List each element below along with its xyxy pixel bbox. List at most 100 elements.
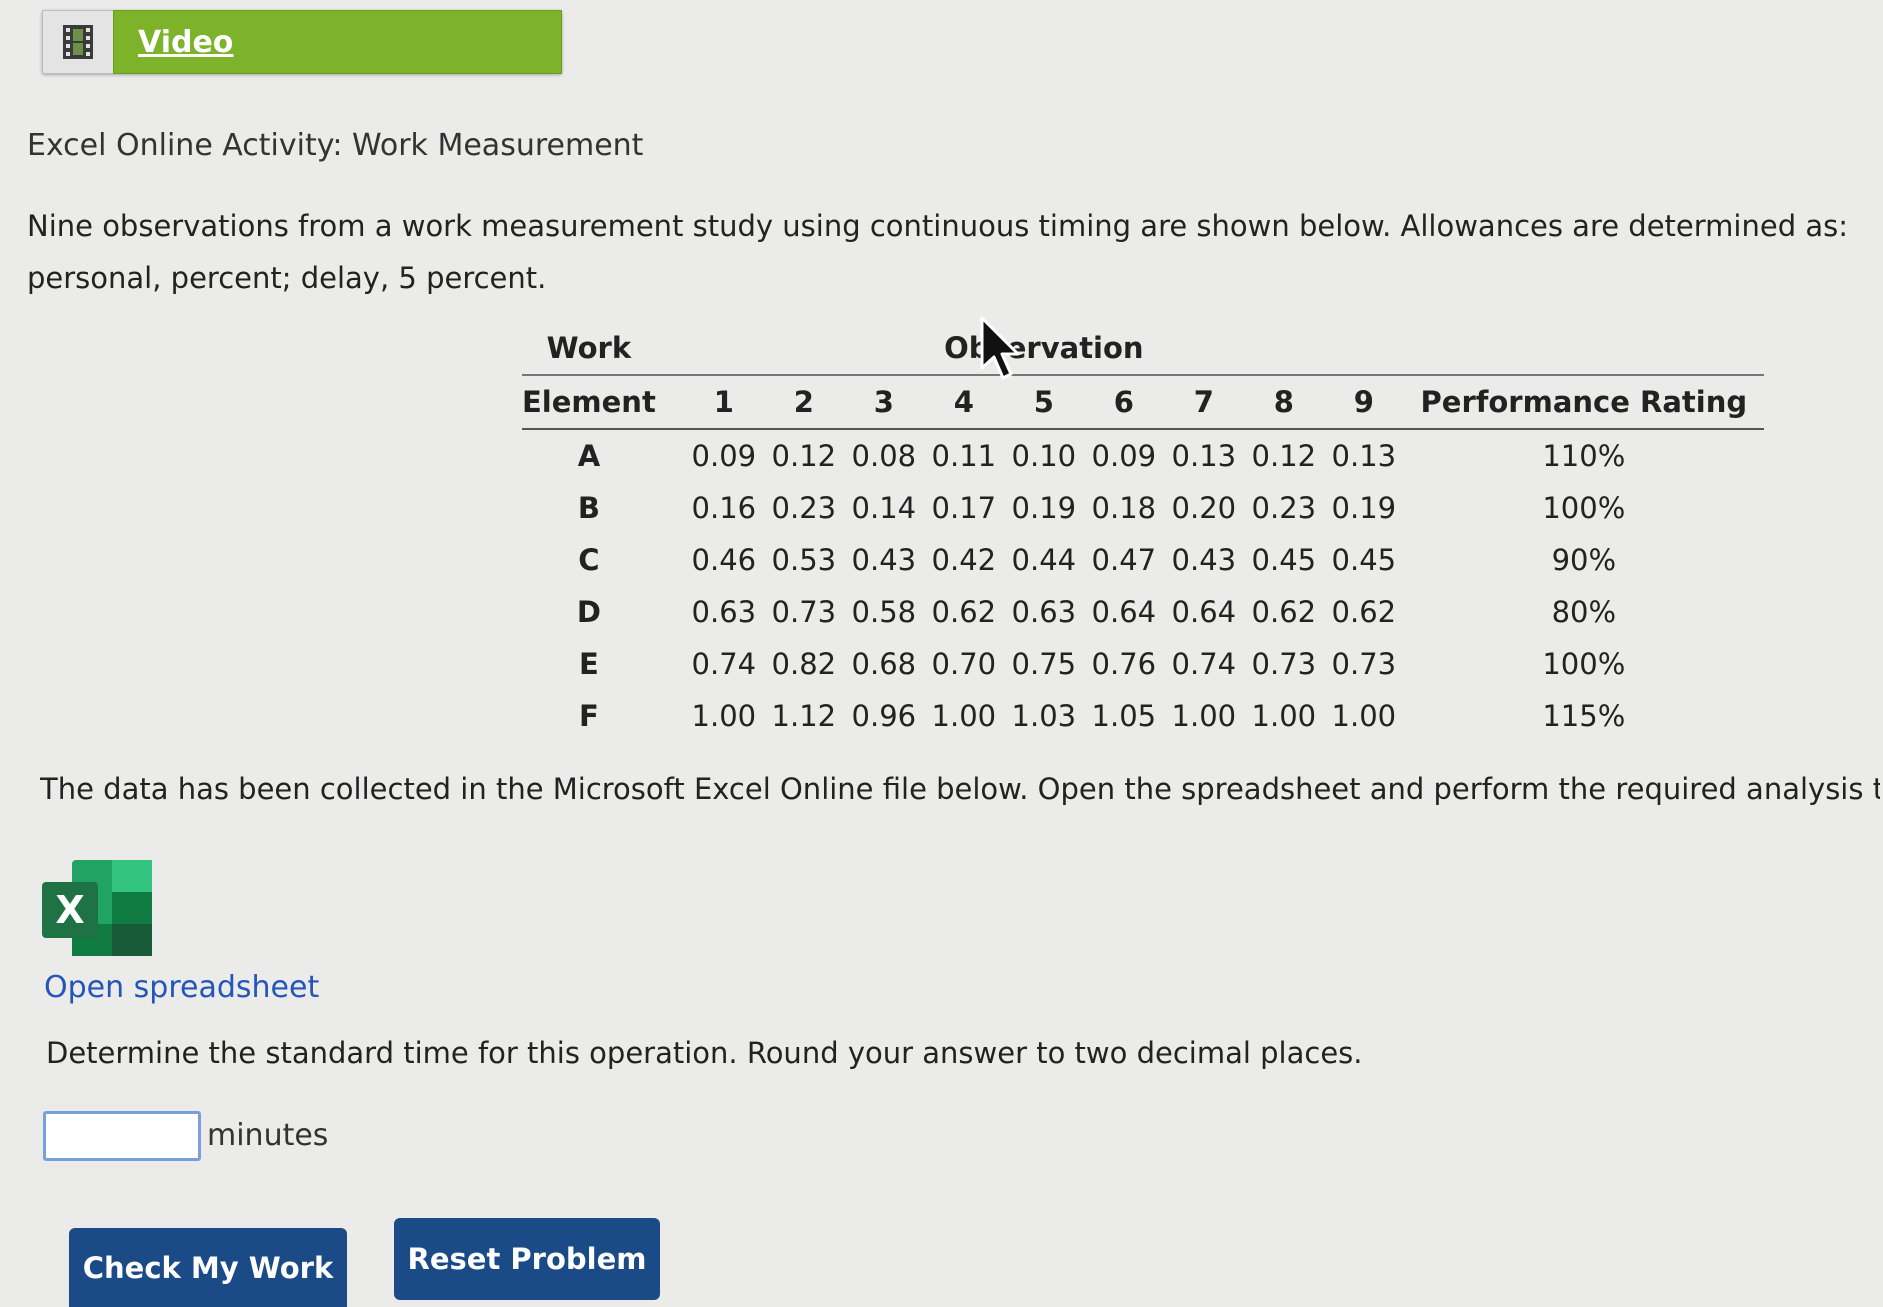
table-cell: 0.09 [691,439,757,473]
header-performance-rating: Performance Rating [1403,375,1764,430]
header-observation: Observation [683,322,1404,376]
table-cell: 0.10 [1011,439,1077,473]
table-cell: 0.14 [851,491,917,525]
table-cell: 0.63 [1011,595,1077,629]
table-cell: 0.44 [1011,543,1077,577]
table-cell: 0.46 [691,543,757,577]
table-cell: 0.42 [931,543,997,577]
element-label: A [577,439,601,473]
table-cell: 0.19 [1331,491,1397,525]
film-icon [63,25,93,59]
rating-cell: 100% [1542,491,1626,525]
header-work: Work [522,322,656,376]
table-cell: 0.13 [1331,439,1397,473]
table-cell: 0.20 [1171,491,1237,525]
table-cell: 0.45 [1251,543,1317,577]
table-cell: 0.08 [851,439,917,473]
table-cell: 0.62 [1331,595,1397,629]
table-cell: 0.96 [851,699,917,733]
table-row: D 0.63 0.73 0.58 0.62 0.63 0.64 0.64 0.6… [522,586,1764,638]
open-spreadsheet-link[interactable]: Open spreadsheet [44,970,319,1005]
rating-cell: 115% [1542,699,1626,733]
table-cell: 0.17 [931,491,997,525]
header-obs-1: 1 [683,375,764,430]
table-row: A 0.09 0.12 0.08 0.11 0.10 0.09 0.13 0.1… [522,429,1764,482]
table-cell: 0.13 [1171,439,1237,473]
table-cell: 0.73 [1331,647,1397,681]
header-obs-2: 2 [763,375,844,430]
data-note: The data has been collected in the Micro… [40,772,1880,806]
table-cell: 1.05 [1091,699,1157,733]
table-cell: 0.75 [1011,647,1077,681]
table-cell: 0.18 [1091,491,1157,525]
table-cell: 0.74 [1171,647,1237,681]
observation-table: Work Observation Element 1 2 3 4 5 6 7 8… [522,322,1764,742]
table-cell: 0.23 [1251,491,1317,525]
table-cell: 0.64 [1171,595,1237,629]
header-obs-5: 5 [1003,375,1084,430]
table-cell: 1.00 [1331,699,1397,733]
table-row: B 0.16 0.23 0.14 0.17 0.19 0.18 0.20 0.2… [522,482,1764,534]
table-cell: 0.70 [931,647,997,681]
reset-problem-button[interactable]: Reset Problem [394,1218,660,1300]
table-cell: 0.76 [1091,647,1157,681]
element-label: C [578,543,600,577]
table-cell: 0.45 [1331,543,1397,577]
table-cell: 1.00 [1171,699,1237,733]
header-obs-7: 7 [1163,375,1244,430]
element-label: D [576,595,601,629]
table-cell: 0.64 [1091,595,1157,629]
table-row: E 0.74 0.82 0.68 0.70 0.75 0.76 0.74 0.7… [522,638,1764,690]
table-cell: 0.63 [691,595,757,629]
table-row: C 0.46 0.53 0.43 0.42 0.44 0.47 0.43 0.4… [522,534,1764,586]
unit-label: minutes [207,1118,329,1153]
question-text: Determine the standard time for this ope… [46,1036,1363,1070]
table-cell: 0.68 [851,647,917,681]
table-cell: 0.74 [691,647,757,681]
intro-text: Nine observations from a work measuremen… [27,209,1848,295]
table-cell: 0.09 [1091,439,1157,473]
table-cell: 0.82 [771,647,837,681]
table-cell: 1.00 [1251,699,1317,733]
video-label-box[interactable]: Video [113,10,562,74]
header-obs-4: 4 [923,375,1004,430]
table-cell: 0.43 [851,543,917,577]
table-cell: 0.16 [691,491,757,525]
answer-input[interactable] [43,1111,201,1161]
element-label: F [579,699,599,733]
header-obs-8: 8 [1243,375,1324,430]
table-cell: 0.73 [771,595,837,629]
table-cell: 0.73 [1251,647,1317,681]
table-cell: 1.00 [931,699,997,733]
table-cell: 0.47 [1091,543,1157,577]
activity-title: Excel Online Activity: Work Measurement [27,128,644,163]
header-obs-3: 3 [843,375,924,430]
rating-cell: 90% [1551,543,1617,577]
table-cell: 0.12 [1251,439,1317,473]
table-cell: 0.62 [931,595,997,629]
mouse-cursor-icon [980,316,1020,380]
video-link[interactable]: Video [138,25,233,60]
table-cell: 1.12 [771,699,837,733]
element-label: E [579,647,599,681]
table-cell: 0.19 [1011,491,1077,525]
excel-icon-letter: X [55,888,84,932]
header-element: Element [522,375,656,430]
table-cell: 0.43 [1171,543,1237,577]
table-row: F 1.00 1.12 0.96 1.00 1.03 1.05 1.00 1.0… [522,690,1764,742]
table-cell: 1.00 [691,699,757,733]
table-cell: 0.53 [771,543,837,577]
table-cell: 0.11 [931,439,997,473]
table-cell: 0.62 [1251,595,1317,629]
excel-icon[interactable]: X [42,860,154,958]
rating-cell: 110% [1542,439,1626,473]
table-cell: 0.23 [771,491,837,525]
rating-cell: 80% [1551,595,1617,629]
video-icon-box [42,10,113,74]
check-my-work-button[interactable]: Check My Work [69,1228,347,1307]
header-obs-9: 9 [1323,375,1404,430]
video-bar[interactable]: Video [42,10,562,74]
table-cell: 0.12 [771,439,837,473]
header-obs-6: 6 [1083,375,1164,430]
rating-cell: 100% [1542,647,1626,681]
